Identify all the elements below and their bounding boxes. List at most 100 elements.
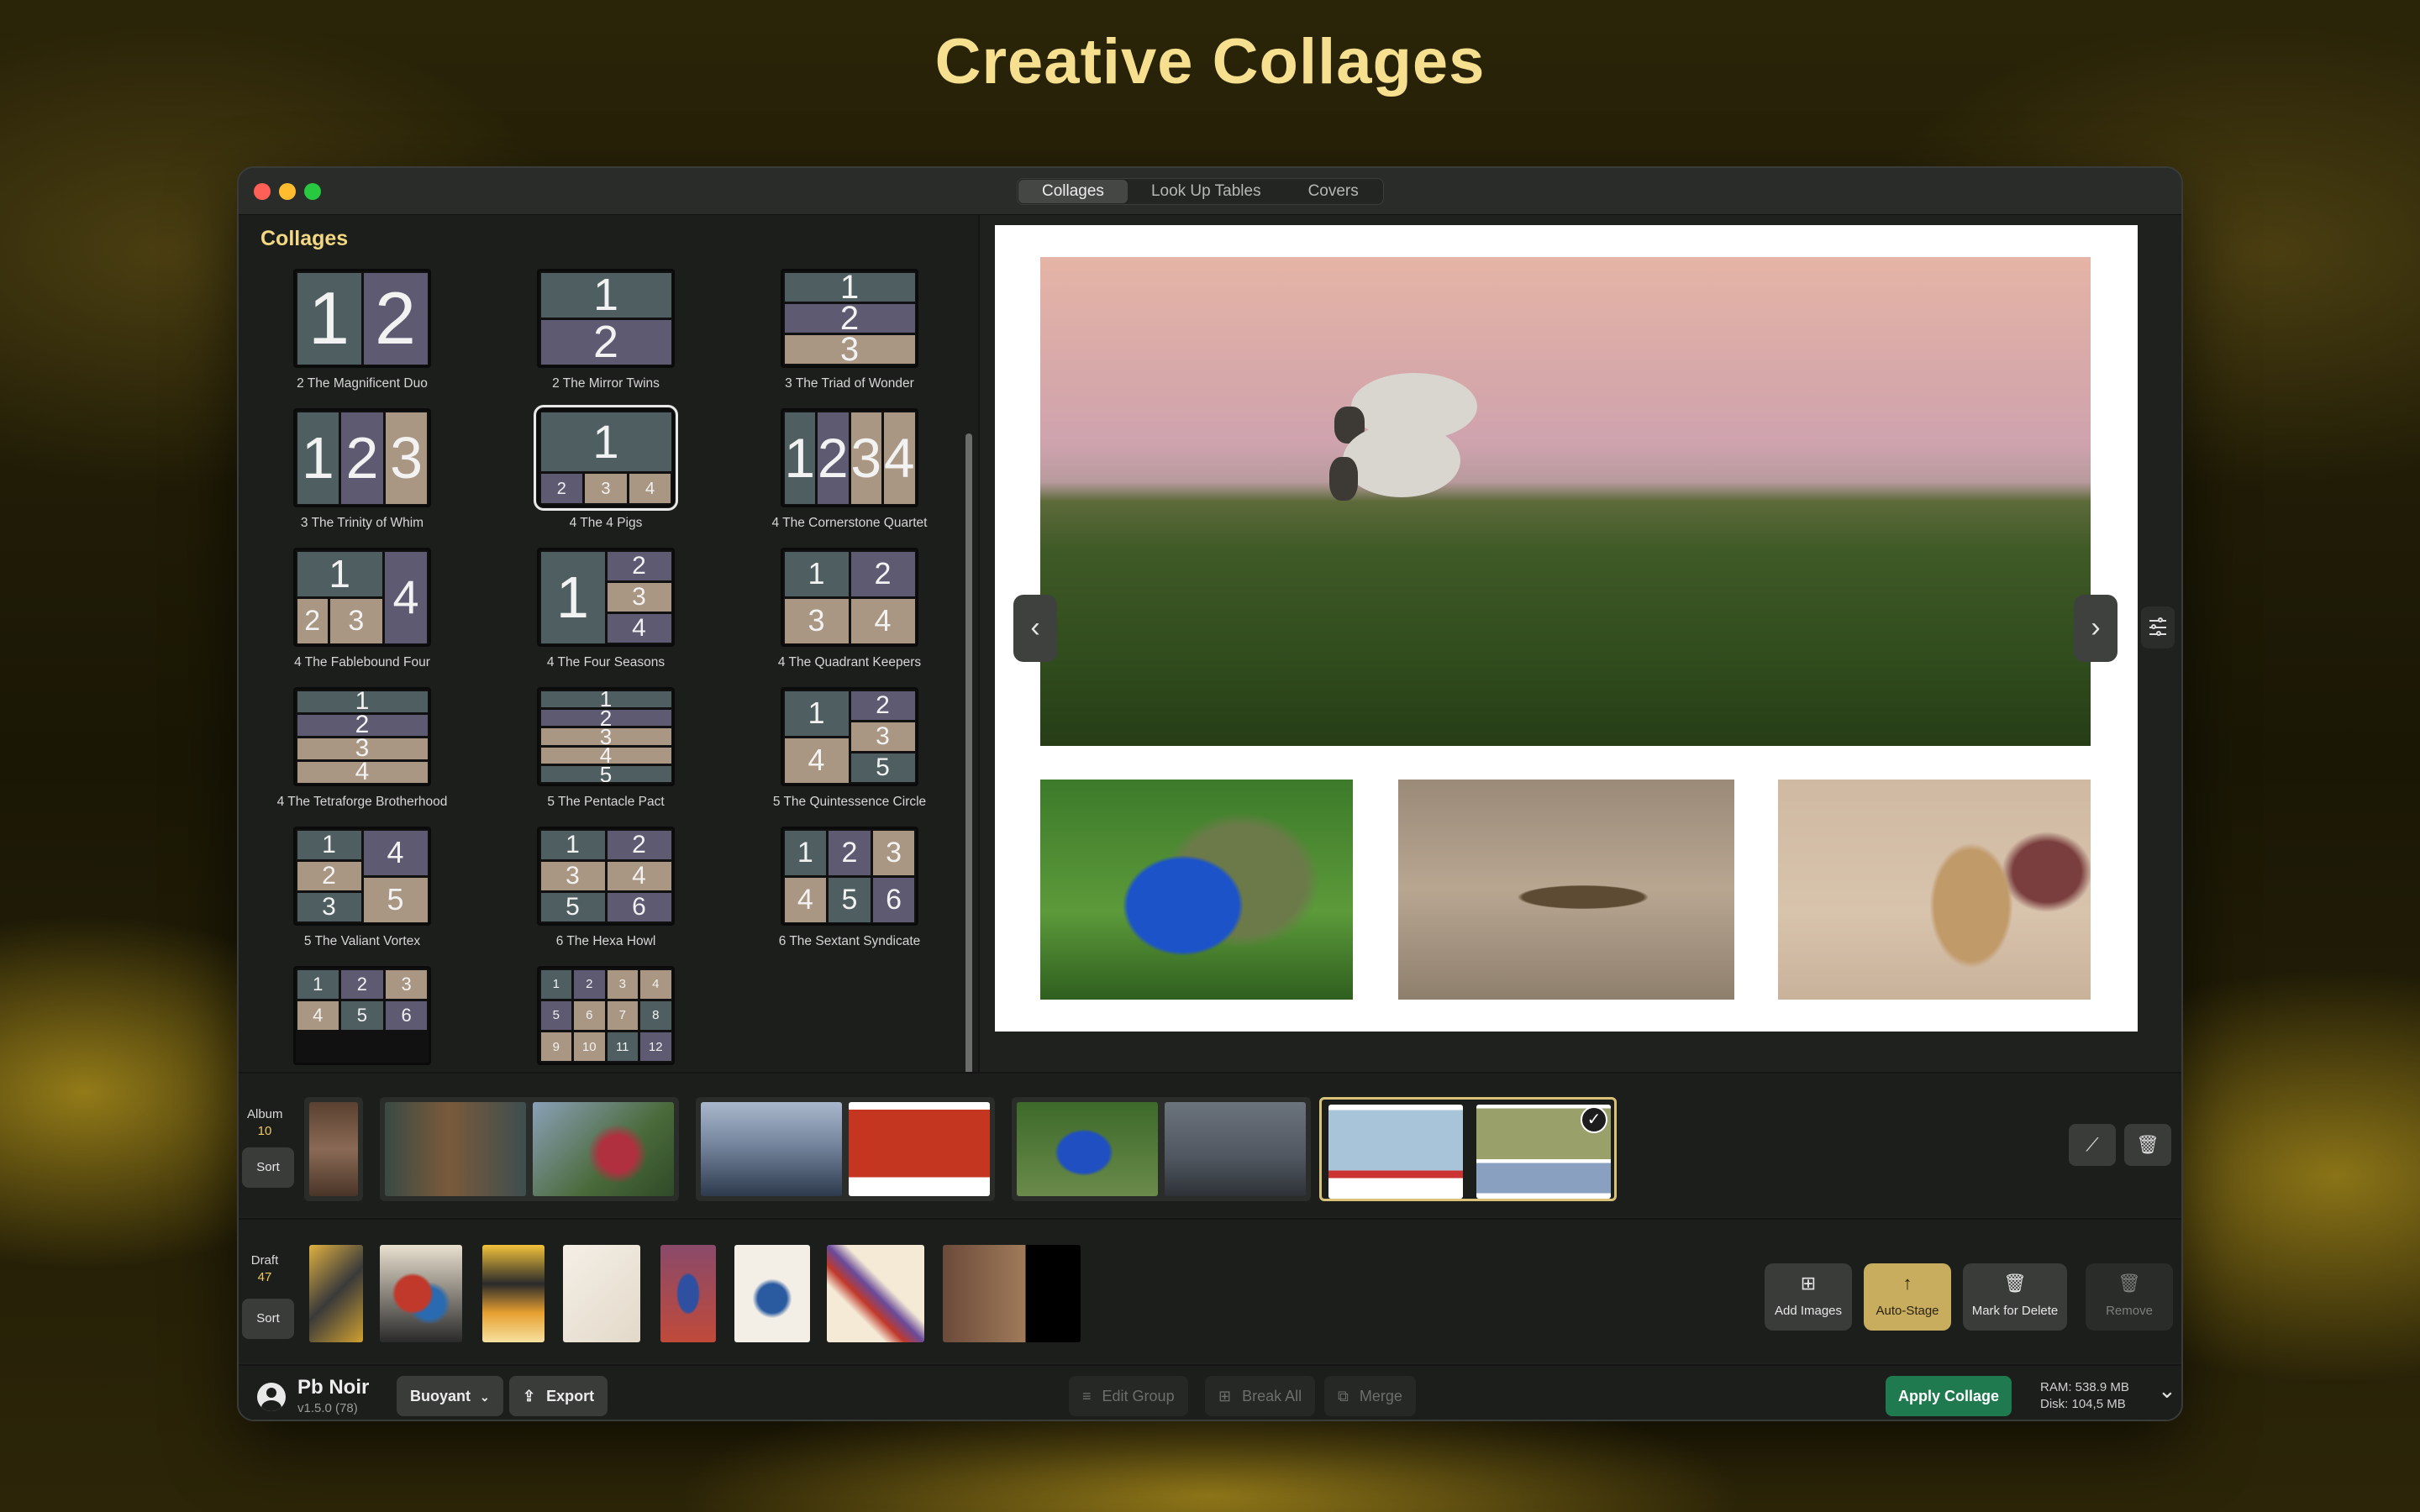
apply-collage-button[interactable]: Apply Collage (1886, 1376, 2012, 1416)
trash-icon[interactable]: 🗑 (2124, 1124, 2171, 1166)
album-group[interactable] (304, 1097, 363, 1201)
collage-layout-item[interactable]: 1234 4 The Tetraforge Brotherhood (240, 687, 484, 827)
collage-layout-item[interactable]: 12345 5 The Quintessence Circle (728, 687, 961, 827)
export-button[interactable]: ⇪ Export (509, 1376, 608, 1416)
adjustments-icon[interactable] (2141, 606, 2175, 648)
draft-photo[interactable] (482, 1245, 544, 1342)
app-name: Pb Noir (297, 1376, 370, 1399)
collage-layout-thumbnail[interactable]: 1234 (781, 548, 918, 647)
collage-layout-thumbnail[interactable]: 123456 (781, 827, 918, 926)
draft-photo[interactable] (943, 1245, 1081, 1342)
previous-layout-button[interactable]: ‹ (1013, 595, 1057, 662)
album-group[interactable] (380, 1097, 679, 1201)
draft-photo[interactable] (827, 1245, 924, 1342)
close-window-button[interactable] (254, 183, 271, 200)
collage-layout-thumbnail[interactable]: 12 (537, 269, 675, 368)
draft-photo[interactable] (309, 1245, 363, 1342)
album-group-selected[interactable]: ✓ (1319, 1097, 1617, 1201)
collage-layout-thumbnail[interactable]: 123456 (537, 827, 675, 926)
album-photo[interactable] (849, 1102, 990, 1196)
draft-photo[interactable] (734, 1245, 810, 1342)
collage-layout-thumbnail[interactable]: 123 (293, 408, 431, 507)
collage-layout-item[interactable]: 123455 The Pentacle Pact (484, 687, 728, 827)
remove-button[interactable]: 🗑 Remove (2086, 1263, 2173, 1331)
album-photo[interactable] (701, 1102, 842, 1196)
album-group[interactable] (696, 1097, 995, 1201)
collage-layout-thumbnail[interactable]: 123456 (293, 966, 431, 1065)
collage-layout-item[interactable]: 123456 6 The Sextant Syndicate (728, 827, 961, 966)
collage-layout-thumbnail[interactable]: 1234 (534, 405, 678, 511)
hero-title: Creative Collages (934, 26, 1486, 97)
edit-group-button[interactable]: ≡ Edit Group (1069, 1376, 1188, 1416)
layout-slot-number: 1 (540, 690, 671, 707)
collage-layout-thumbnail[interactable]: 12345 (293, 827, 431, 926)
add-images-button[interactable]: ⊞ Add Images (1765, 1263, 1852, 1331)
collage-layout-thumbnail[interactable]: 12345 (781, 687, 918, 786)
app-version: v1.5.0 (78) (297, 1401, 358, 1415)
preview-photo-peacock[interactable] (1040, 780, 1353, 1000)
preview-photo-camel[interactable] (1778, 780, 2091, 1000)
album-photo[interactable] (309, 1102, 358, 1196)
checkmark-icon: ✓ (1581, 1106, 1607, 1133)
preset-dropdown[interactable]: Buoyant ⌄ (397, 1376, 503, 1416)
draft-sort-button[interactable]: Sort (242, 1299, 294, 1339)
collage-layout-thumbnail[interactable]: 1 2 3 4 5 6 7 8 9 10 11 12 (537, 966, 675, 1065)
share-icon: ⇪ (523, 1388, 536, 1404)
collage-layout-item[interactable]: 123 3 The Triad of Wonder (728, 269, 961, 408)
preview-photo-lizard[interactable] (1398, 780, 1734, 1000)
collage-layout-thumbnail[interactable]: 1234 (537, 548, 675, 647)
tab-look-up-tables[interactable]: Look Up Tables (1128, 180, 1285, 203)
layout-slot-number: 3 (607, 582, 671, 612)
collage-layout-item[interactable]: 1234 4 The Four Seasons (484, 548, 728, 687)
album-photo[interactable] (1328, 1105, 1463, 1199)
minimize-window-button[interactable] (279, 183, 296, 200)
next-layout-button[interactable]: › (2074, 595, 2118, 662)
layout-slot-number: 1 (297, 969, 339, 999)
collage-layout-item[interactable]: 1234 4 The Quadrant Keepers (728, 548, 961, 687)
collage-layout-thumbnail[interactable]: 123 (781, 269, 918, 368)
user-avatar-icon[interactable] (257, 1383, 286, 1411)
layout-slot-number: 2 (341, 412, 383, 504)
layout-slot-number: 4 (784, 877, 827, 922)
tab-covers[interactable]: Covers (1285, 180, 1382, 203)
collage-layout-item[interactable]: 123 3 The Trinity of Whim (240, 408, 484, 548)
draft-photo[interactable] (660, 1245, 716, 1342)
collage-layout-item[interactable]: 1234 4 The Fablebound Four (240, 548, 484, 687)
draft-strip: Draft 47 Sort ⊞ Add Images ↑ Auto-Stage … (239, 1218, 2181, 1362)
collage-layout-item[interactable]: 123 456 (240, 966, 484, 1089)
album-sort-button[interactable]: Sort (242, 1147, 294, 1188)
collage-layout-thumbnail[interactable]: 1234 (293, 687, 431, 786)
layout-slot-number: 3 (872, 830, 915, 875)
draft-photo[interactable] (380, 1245, 462, 1342)
collage-layout-thumbnail[interactable]: 1234 (293, 548, 431, 647)
album-photo[interactable] (385, 1102, 526, 1196)
layout-slot-number: 4 (540, 747, 671, 764)
collage-layout-item[interactable]: 1 2 3 4 5 6 7 8 9 10 11 12 (484, 966, 728, 1089)
collage-layout-thumbnail[interactable]: 1234 (781, 408, 918, 507)
merge-button[interactable]: ⧉ Merge (1324, 1376, 1416, 1416)
collage-layout-item[interactable]: 1234 4 The 4 Pigs (484, 405, 728, 548)
panel-divider[interactable] (978, 215, 980, 1206)
break-all-button[interactable]: ⊞ Break All (1205, 1376, 1316, 1416)
collage-layout-item[interactable]: 12 2 The Magnificent Duo (240, 269, 484, 408)
collage-layout-item[interactable]: 1234 4 The Cornerstone Quartet (728, 408, 961, 548)
album-group[interactable] (1012, 1097, 1311, 1201)
draft-photo[interactable] (563, 1245, 640, 1342)
collage-layout-thumbnail[interactable]: 12345 (537, 687, 675, 786)
preview-photo-sheep[interactable] (1040, 257, 2091, 746)
collage-layout-item[interactable]: 12 2 The Mirror Twins (484, 269, 728, 408)
tab-collages[interactable]: Collages (1018, 180, 1128, 203)
album-photo[interactable] (533, 1102, 674, 1196)
collage-layout-thumbnail[interactable]: 12 (293, 269, 431, 368)
layout-slot-number: 1 (297, 272, 361, 365)
chevron-down-icon[interactable]: ⌄ (2158, 1378, 2176, 1404)
collage-grid-scrollbar[interactable] (965, 433, 972, 1156)
collage-layout-item[interactable]: 123456 6 The Hexa Howl (484, 827, 728, 966)
pencil-icon[interactable]: ⟋ (2069, 1124, 2116, 1166)
mark-for-delete-button[interactable]: 🗑 Mark for Delete (1963, 1263, 2067, 1331)
auto-stage-button[interactable]: ↑ Auto-Stage (1864, 1263, 1951, 1331)
album-photo[interactable] (1017, 1102, 1158, 1196)
album-photo[interactable] (1165, 1102, 1306, 1196)
collage-layout-item[interactable]: 12345 5 The Valiant Vortex (240, 827, 484, 966)
zoom-window-button[interactable] (304, 183, 321, 200)
